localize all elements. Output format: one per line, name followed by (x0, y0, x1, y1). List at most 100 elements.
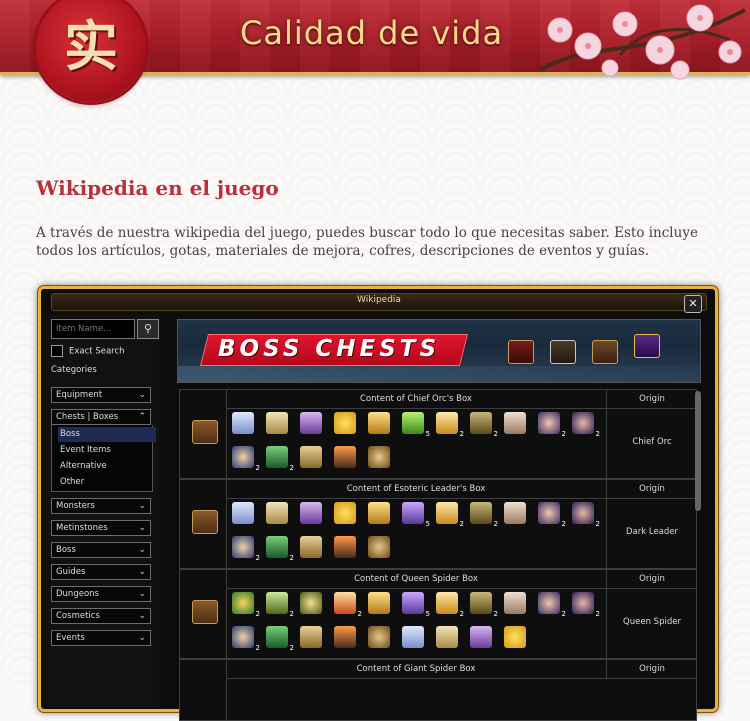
purple-scroll-icon[interactable] (298, 500, 324, 526)
origin-header: Origin (606, 570, 697, 589)
gold-piece-icon[interactable] (366, 410, 392, 436)
origin-value[interactable]: Dark Leader (606, 498, 697, 568)
box-title: Content of Queen Spider Box (226, 570, 606, 589)
flower-icon[interactable] (332, 410, 358, 436)
ore-icon[interactable] (298, 590, 324, 616)
star-crystal-icon[interactable]: 5 (400, 590, 430, 618)
category-events[interactable]: Events ⌄ (51, 630, 151, 646)
star-crystal-icon[interactable]: 5 (400, 500, 430, 528)
crystal-icon[interactable]: 2 (434, 410, 464, 438)
item-count: 2 (459, 430, 464, 438)
item-count: 2 (493, 610, 498, 618)
category-monsters[interactable]: Monsters ⌄ (51, 498, 151, 514)
category-boss[interactable]: Boss ⌄ (51, 542, 151, 558)
flame-stone-icon[interactable] (332, 624, 358, 650)
spirit-stone-icon[interactable]: 2 (230, 534, 260, 562)
leaf-icon[interactable]: 5 (400, 410, 430, 438)
exact-search-checkbox[interactable] (51, 345, 63, 357)
treasure-chest-icon[interactable]: 2 (468, 410, 498, 438)
item-count: 2 (289, 464, 294, 472)
category-dungeons[interactable]: Dungeons ⌄ (51, 586, 151, 602)
item-count: 2 (255, 610, 260, 618)
dark-orb-icon[interactable]: 2 (570, 410, 600, 438)
purple-scroll-icon[interactable] (298, 410, 324, 436)
subcategory-event-items[interactable]: Event Items (58, 443, 156, 458)
search-input[interactable] (51, 319, 135, 339)
bundle-icon[interactable] (298, 444, 324, 470)
chevron-down-icon: ⌄ (138, 501, 146, 511)
treasure-chest-icon (192, 510, 218, 534)
item-count: 2 (595, 610, 600, 618)
subcategory-boss[interactable]: Boss (58, 427, 156, 442)
item-count: 2 (561, 610, 566, 618)
chevron-down-icon: ⌄ (138, 633, 146, 643)
flower-icon[interactable] (502, 624, 528, 650)
potion-icon[interactable] (400, 624, 426, 650)
treasure-chest-icon[interactable]: 2 (468, 500, 498, 528)
orb-icon[interactable]: 2 (536, 410, 566, 438)
boss-chests-title: BOSS CHESTS (218, 336, 441, 362)
scrollbar[interactable] (695, 391, 701, 511)
category-chests-boxes[interactable]: Chests | Boxes ⌃ (51, 409, 151, 425)
pouch-icon[interactable] (366, 624, 392, 650)
orb-icon[interactable]: 2 (536, 500, 566, 528)
flower-icon[interactable] (332, 500, 358, 526)
item-count: 2 (561, 430, 566, 438)
subcategory-alternative[interactable]: Alternative (58, 459, 156, 474)
categories-label: Categories (51, 365, 97, 375)
spirit-stone-icon[interactable]: 2 (230, 444, 260, 472)
potion-icon[interactable] (230, 410, 256, 436)
box-title: Content of Giant Spider Box (226, 660, 606, 679)
search-icon[interactable]: ⚲ (137, 319, 159, 339)
scroll-icon[interactable] (264, 410, 290, 436)
item-count: 2 (255, 644, 260, 652)
shell-icon[interactable] (502, 410, 528, 436)
item-count: 2 (595, 430, 600, 438)
item-count: 2 (255, 554, 260, 562)
pouch-icon[interactable] (366, 444, 392, 470)
chevron-down-icon: ⌄ (138, 589, 146, 599)
category-equipment[interactable]: Equipment ⌄ (51, 387, 151, 403)
origin-value[interactable]: Queen Spider (606, 588, 697, 658)
bundle-icon[interactable] (298, 534, 324, 560)
spirit-stone-icon[interactable]: 2 (230, 624, 260, 652)
category-metinstones[interactable]: Metinstones ⌄ (51, 520, 151, 536)
flame-stone-icon[interactable] (332, 534, 358, 560)
chevron-up-icon: ⌃ (138, 412, 146, 422)
section-body: A través de nuestra wikipedia del juego,… (36, 225, 698, 259)
map-icon[interactable]: 2 (332, 590, 362, 618)
item-grid: 5 2 2 2 2 2 2 (230, 410, 604, 478)
treasure-chest-icon[interactable]: 2 (468, 590, 498, 618)
potion-icon[interactable] (230, 500, 256, 526)
green-chest-icon[interactable]: 2 (264, 444, 294, 472)
pouch-icon[interactable] (366, 534, 392, 560)
crystal-icon[interactable]: 2 (434, 590, 464, 618)
exact-search-label: Exact Search (69, 346, 125, 357)
flame-stone-icon[interactable] (332, 444, 358, 470)
close-icon[interactable]: ✕ (684, 295, 702, 313)
gold-piece-icon[interactable] (366, 500, 392, 526)
bundle-icon[interactable] (298, 624, 324, 650)
cherry-blossom-icon (538, 4, 746, 80)
boss-chests-banner: BOSS CHESTS (177, 319, 701, 383)
wiki-sidebar: ⚲ Exact Search Categories Equipment⌄ Che… (47, 315, 159, 707)
green-chest-icon[interactable]: 2 (264, 534, 294, 562)
subcategory-other[interactable]: Other (58, 475, 156, 490)
scroll-icon[interactable] (434, 624, 460, 650)
herb-icon[interactable]: 2 (264, 590, 294, 618)
gold-piece-icon[interactable] (366, 590, 392, 616)
shell-icon[interactable] (502, 590, 528, 616)
green-chest-icon[interactable]: 2 (264, 624, 294, 652)
shell-icon[interactable] (502, 500, 528, 526)
crystal-icon[interactable]: 2 (434, 500, 464, 528)
purple-scroll-icon[interactable] (468, 624, 494, 650)
wreath-icon[interactable]: 2 (230, 590, 260, 618)
orb-icon[interactable]: 2 (536, 590, 566, 618)
dark-orb-icon[interactable]: 2 (570, 500, 600, 528)
origin-value[interactable]: Chief Orc (606, 408, 697, 478)
category-guides[interactable]: Guides ⌄ (51, 564, 151, 580)
dark-orb-icon[interactable]: 2 (570, 590, 600, 618)
exact-search-option[interactable]: Exact Search (51, 345, 125, 359)
scroll-icon[interactable] (264, 500, 290, 526)
category-cosmetics[interactable]: Cosmetics ⌄ (51, 608, 151, 624)
